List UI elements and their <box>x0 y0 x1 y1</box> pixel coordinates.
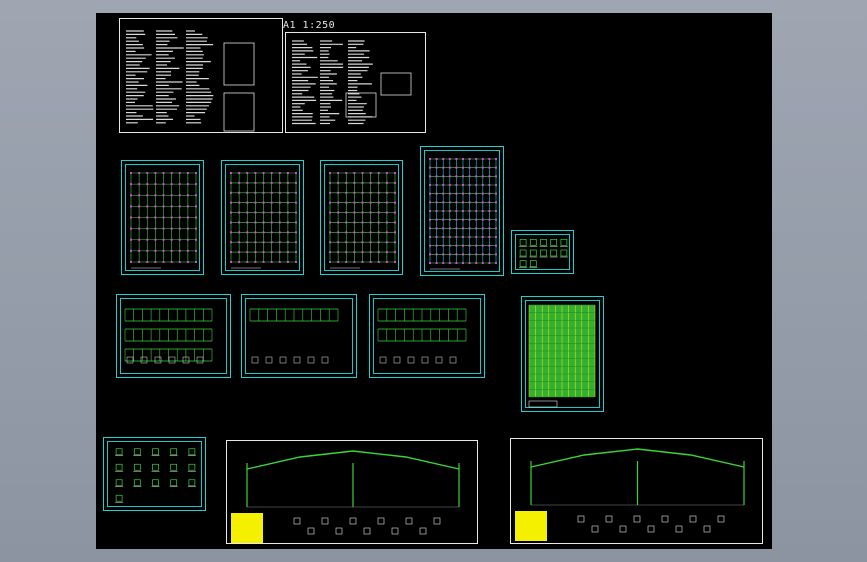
roof-panel-layout-sheet[interactable] <box>521 296 604 412</box>
portal-frame-drawing-1 <box>231 450 460 543</box>
drawing-viewport[interactable]: A1 1:250 <box>96 13 772 549</box>
wall-elevation-sheet-2[interactable] <box>241 294 357 378</box>
node-details-sheet[interactable] <box>103 437 206 511</box>
wall-elevation-sheet-1[interactable] <box>116 294 231 378</box>
connection-details-drawing <box>519 238 568 268</box>
wall-elevation-drawing-1 <box>124 308 213 364</box>
anchor-bolt-plan-sheet[interactable] <box>320 160 403 275</box>
wall-elevation-drawing-3 <box>377 308 467 364</box>
design-notes-drawing <box>292 40 412 125</box>
design-notes-sheet[interactable] <box>285 32 426 133</box>
foundation-plan-sheet[interactable] <box>121 160 204 275</box>
column-layout-sheet[interactable] <box>221 160 304 275</box>
portal-frame-sheet-2[interactable] <box>510 438 763 544</box>
connection-details-sheet[interactable] <box>511 230 574 274</box>
general-notes-drawing <box>126 30 255 132</box>
wall-elevation-drawing-2 <box>249 308 339 364</box>
wall-elevation-sheet-3[interactable] <box>369 294 485 378</box>
portal-frame-drawing-2 <box>515 448 745 541</box>
portal-frame-sheet-1[interactable] <box>226 440 478 544</box>
foundation-plan-drawing <box>130 172 197 269</box>
column-layout-drawing <box>230 172 297 269</box>
anchor-bolt-plan-drawing <box>329 172 396 269</box>
roof-purlin-plan-drawing <box>429 158 497 270</box>
node-details-drawing <box>115 448 196 503</box>
roof-purlin-plan-sheet[interactable] <box>420 146 504 276</box>
general-notes-sheet[interactable] <box>119 18 283 133</box>
roof-panel-layout-drawing <box>528 304 596 408</box>
drawing-scale-label: A1 1:250 <box>283 20 336 31</box>
